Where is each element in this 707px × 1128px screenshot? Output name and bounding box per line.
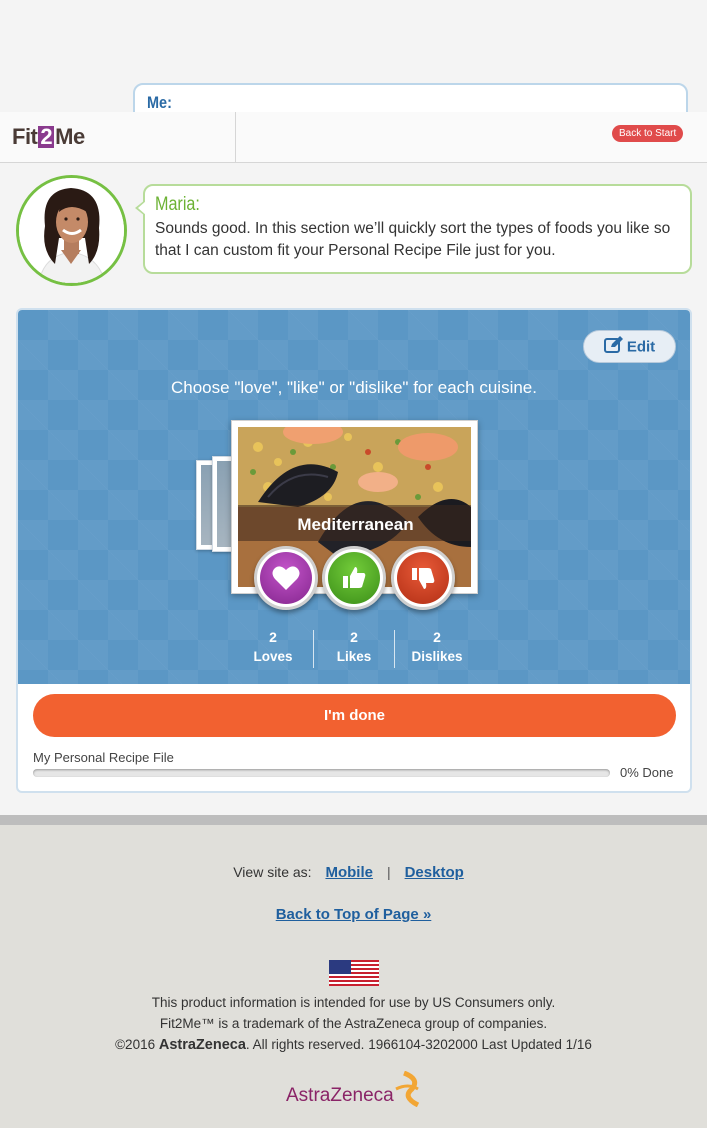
cuisine-name: Mediterranean <box>297 515 414 534</box>
mobile-link[interactable]: Mobile <box>325 864 373 881</box>
edit-icon <box>603 335 624 358</box>
maria-message: Sounds good. In this section we’ll quick… <box>155 220 671 259</box>
logo-fit: Fit <box>12 124 38 149</box>
sorter-instruction: Choose "love", "like" or "dislike" for e… <box>171 378 537 397</box>
stat-divider <box>394 630 395 668</box>
back-to-top-link[interactable]: Back to Top of Page » <box>276 906 432 923</box>
loves-count: 2 <box>269 629 277 645</box>
logo-two: 2 <box>38 124 55 149</box>
love-button[interactable] <box>254 546 318 610</box>
cuisine-sorter-panel: Edit Choose "love", "like" or "dislike" … <box>18 310 690 684</box>
footer-divider <box>0 815 707 825</box>
copyright-rest: . All rights reserved. 1966104-3202000 L… <box>245 1037 592 1052</box>
dislikes-count: 2 <box>433 629 441 645</box>
header-divider <box>235 112 236 163</box>
likes-stat: 2 Likes <box>313 628 395 668</box>
progress-percent: 0% Done <box>620 765 674 780</box>
likes-count: 2 <box>350 629 358 645</box>
progress-bar <box>33 769 610 777</box>
copyright-year: ©2016 <box>115 1037 159 1052</box>
im-done-button[interactable]: I'm done <box>33 694 676 737</box>
view-site-as: View site as: Mobile | Desktop <box>0 864 707 881</box>
loves-label: Loves <box>253 649 293 664</box>
maria-name: Maria: <box>155 194 200 215</box>
dislikes-label: Dislikes <box>411 649 463 664</box>
link-separator: | <box>386 864 391 880</box>
fit2me-logo[interactable]: Fit 2 Me <box>12 124 85 150</box>
back-to-start-button[interactable]: Back to Start <box>612 125 684 142</box>
thumbs-up-icon <box>328 552 380 604</box>
astrazeneca-logo[interactable]: AstraZeneca <box>286 1071 426 1111</box>
dislikes-stat: 2 Dislikes <box>396 628 478 668</box>
legal-text: This product information is intended for… <box>0 992 707 1056</box>
like-button[interactable] <box>322 546 386 610</box>
legal-line-2: Fit2Me™ is a trademark of the AstraZenec… <box>159 1016 548 1031</box>
logo-me: Me <box>55 124 85 149</box>
maria-chat-bubble: Maria: Sounds good. In this section we’l… <box>135 184 692 274</box>
us-flag-icon <box>329 960 379 986</box>
astrazeneca-swirl-icon <box>395 1071 420 1107</box>
copyright-company: AstraZeneca <box>158 1037 246 1053</box>
likes-label: Likes <box>336 649 372 664</box>
desktop-link[interactable]: Desktop <box>405 864 464 881</box>
back-to-top: Back to Top of Page » <box>0 906 707 924</box>
site-footer: View site as: Mobile | Desktop Back to Top… <box>0 825 707 1128</box>
astrazeneca-logo-text: AstraZeneca <box>286 1085 394 1106</box>
site-header: Fit 2 Me Back to Start <box>0 112 707 163</box>
maria-avatar <box>16 175 127 286</box>
loves-stat: 2 Loves <box>232 628 314 668</box>
view-site-as-label: View site as: <box>233 864 312 880</box>
cuisine-sorter-card: Edit Choose "love", "like" or "dislike" … <box>16 308 692 793</box>
dislike-button[interactable] <box>391 546 455 610</box>
heart-icon <box>260 552 312 604</box>
legal-line-3: ©2016 AstraZeneca. All rights reserved. … <box>0 1034 707 1056</box>
legal-line-1: This product information is intended for… <box>151 995 556 1010</box>
thumbs-down-icon <box>397 552 449 604</box>
edit-button[interactable]: Edit <box>583 330 676 363</box>
me-label: Me: <box>147 93 172 112</box>
progress-label: My Personal Recipe File <box>33 750 174 765</box>
edit-label: Edit <box>626 338 656 355</box>
